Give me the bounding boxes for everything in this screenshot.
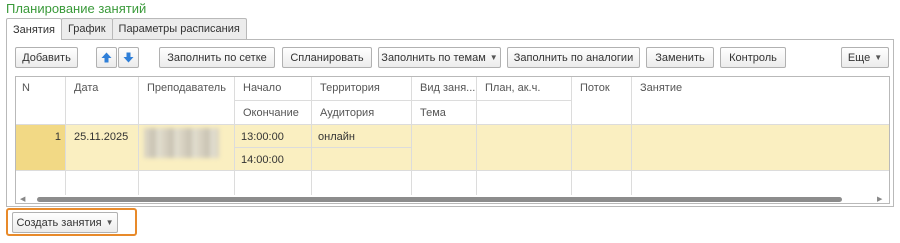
- header-end[interactable]: Окончание: [237, 107, 299, 119]
- replace-button[interactable]: Заменить: [646, 47, 714, 68]
- header-auditorium[interactable]: Аудитория: [314, 107, 374, 119]
- scroll-left-icon[interactable]: ◀: [20, 195, 25, 203]
- header-start[interactable]: Начало: [237, 82, 281, 94]
- plan-button[interactable]: Спланировать: [282, 47, 372, 68]
- header-kind[interactable]: Вид заня...: [414, 82, 475, 94]
- add-button[interactable]: Добавить: [15, 47, 78, 68]
- chevron-down-icon: ▼: [874, 53, 883, 62]
- cell-start[interactable]: 13:00:00: [241, 131, 284, 143]
- fill-by-grid-button[interactable]: Заполнить по сетке: [159, 47, 275, 68]
- tab-bar: Занятия График Параметры расписания: [6, 18, 247, 40]
- header-lesson[interactable]: Занятие: [634, 82, 682, 94]
- header-teacher[interactable]: Преподаватель: [141, 82, 226, 94]
- header-date[interactable]: Дата: [68, 82, 98, 94]
- move-up-button[interactable]: [96, 47, 117, 68]
- cell-n: 1: [54, 131, 61, 143]
- move-down-button[interactable]: [118, 47, 139, 68]
- scrollbar-thumb[interactable]: [37, 197, 842, 202]
- arrow-down-icon: [123, 52, 134, 63]
- chevron-down-icon: ▼: [489, 53, 498, 62]
- cell-date[interactable]: 25.11.2025: [74, 131, 128, 143]
- fill-by-analogy-button[interactable]: Заполнить по аналогии: [507, 47, 640, 68]
- create-lessons-button[interactable]: Создать занятия ▼: [12, 212, 118, 233]
- fill-by-topics-label: Заполнить по темам: [381, 51, 486, 64]
- more-label: Еще: [847, 51, 871, 64]
- cell-end[interactable]: 14:00:00: [241, 154, 284, 166]
- header-stream[interactable]: Поток: [574, 82, 610, 94]
- header-plan-hours[interactable]: План, ак.ч.: [479, 82, 540, 94]
- cell-territory[interactable]: онлайн: [318, 131, 355, 143]
- arrow-up-icon: [101, 52, 112, 63]
- control-button[interactable]: Контроль: [720, 47, 786, 68]
- lessons-table[interactable]: N Дата Преподаватель Начало Окончание Те…: [15, 76, 890, 204]
- header-topic[interactable]: Тема: [414, 107, 446, 119]
- header-n[interactable]: N: [16, 82, 30, 94]
- create-lessons-label: Создать занятия: [16, 216, 102, 229]
- tab-lessons[interactable]: Занятия: [6, 18, 62, 40]
- fill-by-topics-button[interactable]: Заполнить по темам ▼: [378, 47, 501, 68]
- tab-schedule-params[interactable]: Параметры расписания: [111, 18, 247, 39]
- chevron-down-icon: ▼: [105, 218, 114, 227]
- scroll-right-icon[interactable]: ▶: [877, 195, 882, 203]
- more-button[interactable]: Еще ▼: [841, 47, 889, 68]
- tab-schedule[interactable]: График: [60, 18, 113, 39]
- horizontal-scrollbar[interactable]: ◀ ▶: [15, 195, 890, 204]
- teacher-redacted: [144, 128, 219, 158]
- page-title: Планирование занятий: [6, 1, 147, 16]
- header-territory[interactable]: Территория: [314, 82, 380, 94]
